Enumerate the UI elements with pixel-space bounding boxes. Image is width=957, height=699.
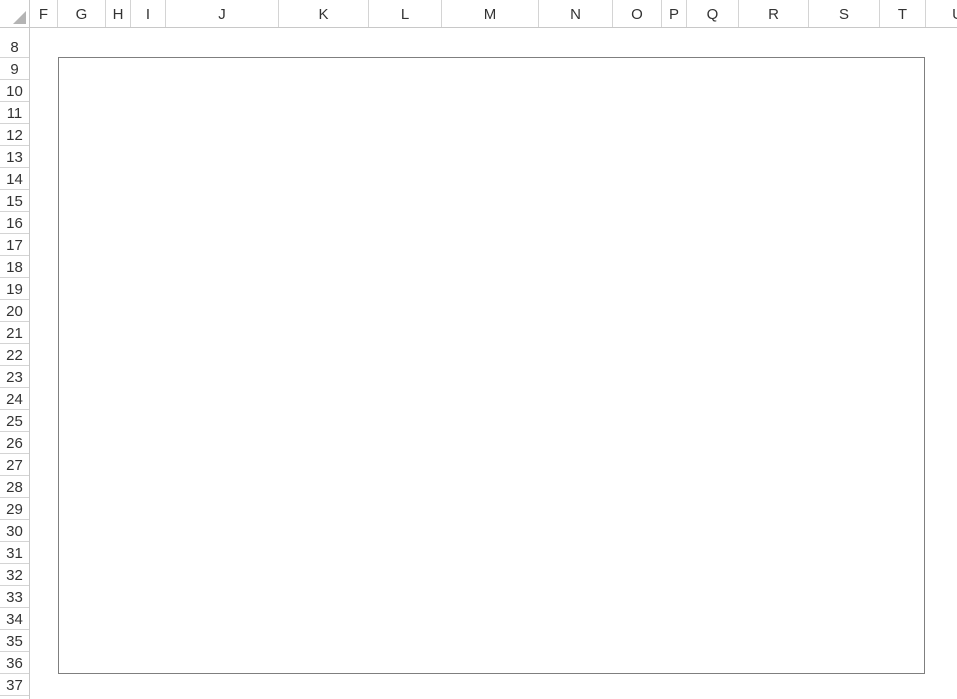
row-header-15[interactable]: 15 [0, 190, 29, 212]
column-header-k[interactable]: K [279, 0, 369, 27]
row-header-23[interactable]: 23 [0, 366, 29, 388]
select-all-triangle-icon [13, 11, 26, 24]
column-header-h[interactable]: H [106, 0, 131, 27]
column-header-f[interactable]: F [30, 0, 58, 27]
column-header-u[interactable]: U [926, 0, 957, 27]
column-header-o[interactable]: O [613, 0, 662, 27]
select-all-button[interactable] [0, 0, 30, 28]
spreadsheet: FGHIJKLMNOPQRSTU 89101112131415161718192… [0, 0, 957, 699]
row-header-11[interactable]: 11 [0, 102, 29, 124]
row-header-29[interactable]: 29 [0, 498, 29, 520]
row-header-16[interactable]: 16 [0, 212, 29, 234]
column-header-bar: FGHIJKLMNOPQRSTU [30, 0, 957, 28]
row-header-13[interactable]: 13 [0, 146, 29, 168]
row-header-22[interactable]: 22 [0, 344, 29, 366]
column-header-j[interactable]: J [166, 0, 279, 27]
row-header-28[interactable]: 28 [0, 476, 29, 498]
row-header-14[interactable]: 14 [0, 168, 29, 190]
column-header-n[interactable]: N [539, 0, 613, 27]
row-header-18[interactable]: 18 [0, 256, 29, 278]
row-header-37[interactable]: 37 [0, 674, 29, 696]
column-header-l[interactable]: L [369, 0, 442, 27]
row-header-33[interactable]: 33 [0, 586, 29, 608]
row-header-bar: 8 9 10 11 12 13 14 15 16 17 18 19 20 21 22 23 24 25 26 27 28… [0, 28, 30, 699]
row-header-8[interactable]: 8 [0, 36, 29, 58]
row-header-27[interactable]: 27 [0, 454, 29, 476]
row-header-32[interactable]: 32 [0, 564, 29, 586]
row-header-35[interactable]: 35 [0, 630, 29, 652]
row-header-20[interactable]: 20 [0, 300, 29, 322]
column-header-i[interactable]: I [131, 0, 166, 27]
column-header-m[interactable]: M [442, 0, 539, 27]
row-header-10[interactable]: 10 [0, 80, 29, 102]
column-header-r[interactable]: R [739, 0, 809, 27]
row-header-34[interactable]: 34 [0, 608, 29, 630]
row-header-9[interactable]: 9 [0, 58, 29, 80]
row-header-12[interactable]: 12 [0, 124, 29, 146]
column-header-s[interactable]: S [809, 0, 880, 27]
column-header-g[interactable]: G [58, 0, 106, 27]
row-header-36[interactable]: 36 [0, 652, 29, 674]
row-header-24[interactable]: 24 [0, 388, 29, 410]
row-header-26[interactable]: 26 [0, 432, 29, 454]
column-header-q[interactable]: Q [687, 0, 739, 27]
row-header-17[interactable]: 17 [0, 234, 29, 256]
row-header-19[interactable]: 19 [0, 278, 29, 300]
row-header-21[interactable]: 21 [0, 322, 29, 344]
chart-area[interactable] [58, 57, 925, 674]
row-header-30[interactable]: 30 [0, 520, 29, 542]
row-header-25[interactable]: 25 [0, 410, 29, 432]
column-header-t[interactable]: T [880, 0, 926, 27]
column-header-p[interactable]: P [662, 0, 687, 27]
row-header-31[interactable]: 31 [0, 542, 29, 564]
